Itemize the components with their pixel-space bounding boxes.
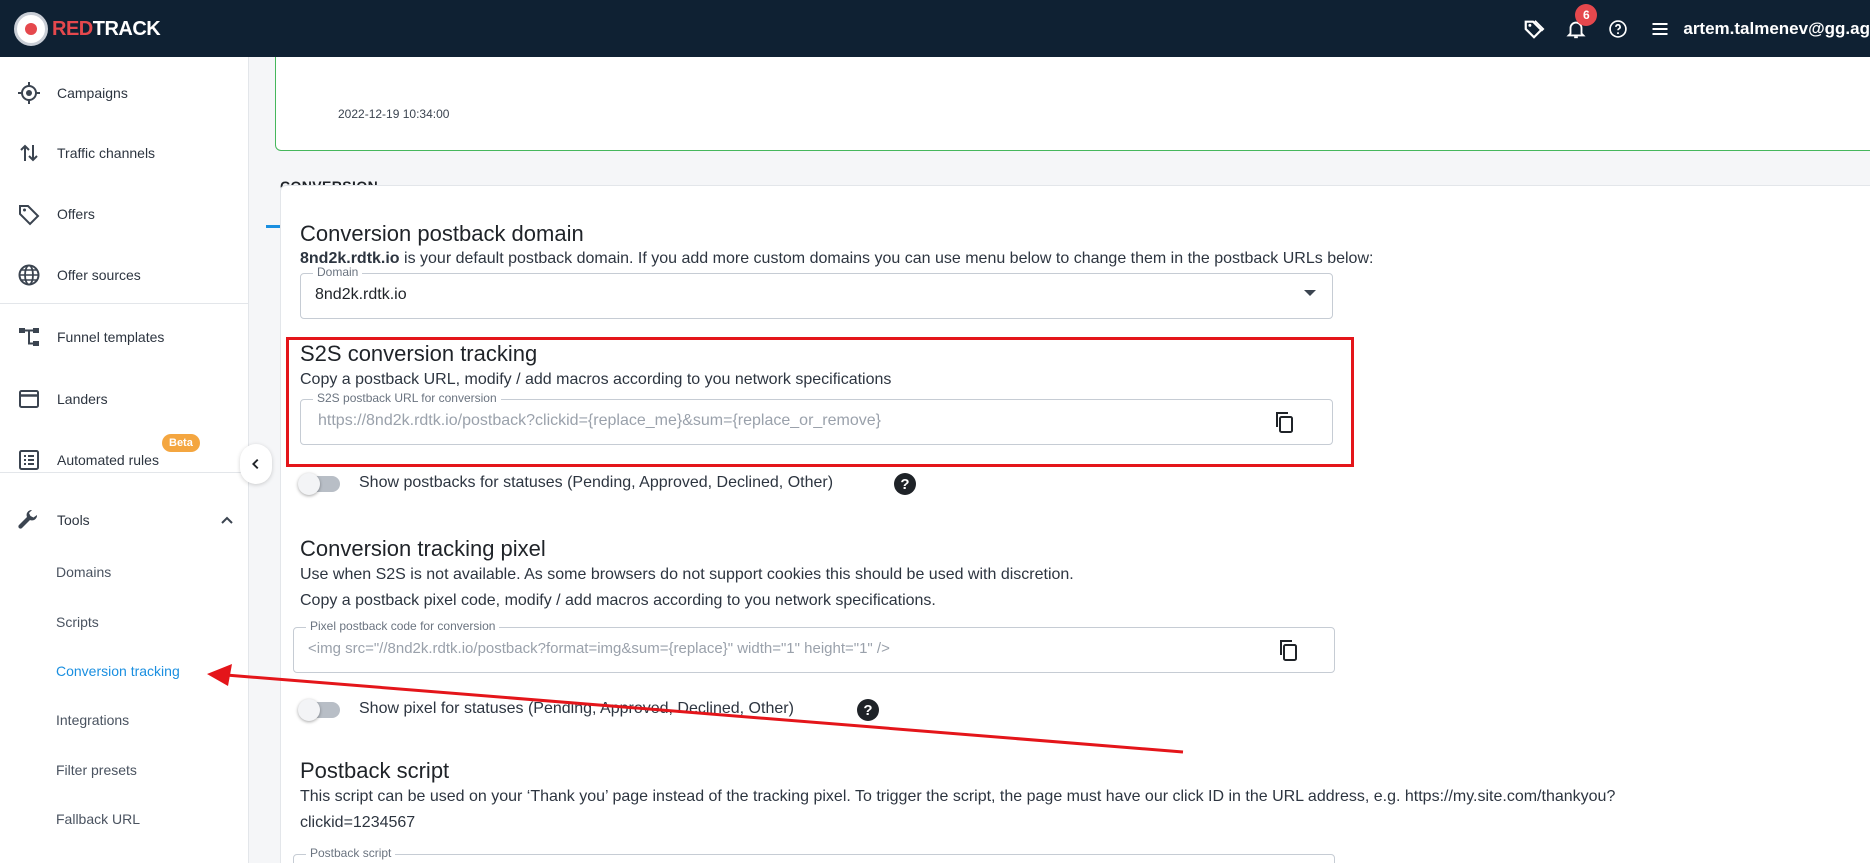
- pixel-field-value: <img src="//8nd2k.rdtk.io/postback?forma…: [308, 640, 890, 657]
- notifications-badge: 6: [1575, 3, 1598, 26]
- sidebar-item-label: Funnel templates: [57, 329, 165, 345]
- dropdown-arrow-icon[interactable]: [1304, 290, 1316, 296]
- logo-text: REDTRACK: [52, 17, 161, 40]
- toggle-knob: [298, 699, 320, 721]
- sidebar-item-offers[interactable]: Offers: [0, 192, 248, 236]
- script-field-label: Postback script: [306, 846, 396, 860]
- up-down-arrows-icon: [17, 141, 41, 165]
- tag-icon: [17, 202, 41, 226]
- domain-label: Domain: [313, 265, 363, 279]
- menu-hamburger-icon[interactable]: [1647, 16, 1673, 42]
- script-desc-1: This script can be used on your ‘Thank y…: [300, 788, 1616, 805]
- sidebar-item-label: Automated rules: [57, 452, 159, 468]
- toggle-knob: [298, 473, 320, 495]
- user-email[interactable]: artem.talmenev@gg.ag: [1683, 19, 1870, 39]
- pixel-desc-1: Use when S2S is not available. As some b…: [300, 566, 1074, 583]
- s2s-postback-url-field[interactable]: S2S postback URL for conversion https://…: [300, 391, 1333, 445]
- s2s-field-label: S2S postback URL for conversion: [313, 391, 501, 405]
- target-icon: [17, 81, 41, 105]
- pixel-status-toggle[interactable]: [298, 699, 344, 721]
- summary-date: 2022-12-19 10:34:00: [338, 107, 450, 121]
- top-bar: REDTRACK 6 artem.talmenev@gg.ag: [0, 0, 1870, 57]
- tools-sub-conversion-tracking[interactable]: Conversion tracking: [56, 663, 180, 679]
- copy-icon[interactable]: [1276, 638, 1300, 662]
- script-title: Postback script: [300, 758, 450, 783]
- sidebar-item-tools[interactable]: Tools: [0, 498, 248, 542]
- logo-mark-icon: [14, 12, 48, 46]
- script-desc-2: clickid=1234567: [300, 814, 416, 831]
- tools-sub-domains[interactable]: Domains: [56, 564, 111, 580]
- s2s-title: S2S conversion tracking: [300, 341, 538, 366]
- sidebar-item-offer-sources[interactable]: Offer sources: [0, 253, 248, 297]
- list-icon: [17, 448, 41, 472]
- notifications-bell-icon[interactable]: 6: [1563, 3, 1598, 42]
- globe-icon: [17, 263, 41, 287]
- sidebar-item-label: Campaigns: [57, 85, 128, 101]
- postback-script-field[interactable]: Postback script: [293, 846, 1335, 863]
- tools-sub-fallback-url[interactable]: Fallback URL: [56, 811, 140, 827]
- question-help-icon[interactable]: ?: [894, 473, 916, 495]
- pixel-code-field[interactable]: Pixel postback code for conversion <img …: [293, 619, 1335, 673]
- domain-value: 8nd2k.rdtk.io: [315, 286, 407, 303]
- beta-badge: Beta: [162, 434, 200, 452]
- postback-domain-title: Conversion postback domain: [300, 221, 584, 246]
- redtrack-logo[interactable]: REDTRACK: [14, 12, 161, 46]
- tools-sub-integrations[interactable]: Integrations: [56, 712, 129, 728]
- sidebar-item-funnel-templates[interactable]: Funnel templates: [0, 315, 248, 359]
- sidebar-item-label: Landers: [57, 391, 108, 407]
- sidebar-divider: [0, 472, 248, 473]
- tools-sub-scripts[interactable]: Scripts: [56, 614, 99, 630]
- sidebar-item-label: Offer sources: [57, 267, 141, 283]
- pixel-desc-2: Copy a postback pixel code, modify / add…: [300, 592, 936, 609]
- sidebar-item-campaigns[interactable]: Campaigns: [0, 71, 248, 115]
- s2s-status-toggle[interactable]: [298, 473, 344, 495]
- chevron-left-icon: [252, 458, 259, 470]
- domain-select[interactable]: Domain 8nd2k.rdtk.io: [300, 265, 1333, 319]
- s2s-toggle-label: Show postbacks for statuses (Pending, Ap…: [359, 474, 834, 491]
- help-circle-icon[interactable]: [1605, 16, 1631, 42]
- pixel-toggle-label: Show pixel for statuses (Pending, Approv…: [359, 700, 794, 717]
- pixel-field-label: Pixel postback code for conversion: [306, 619, 500, 633]
- pixel-title: Conversion tracking pixel: [300, 536, 546, 561]
- sidebar-item-label: Traffic channels: [57, 145, 156, 161]
- sidebar: Campaigns Traffic channels Offers Offer …: [0, 57, 249, 863]
- tags-icon[interactable]: [1521, 16, 1547, 42]
- top-right-actions: 6 artem.talmenev@gg.ag: [1521, 0, 1870, 57]
- content-card: Conversion postback domain 8nd2k.rdtk.io…: [280, 185, 1870, 863]
- sidebar-collapse-button[interactable]: [240, 444, 272, 484]
- wrench-icon: [17, 508, 41, 532]
- sidebar-item-label: Offers: [57, 206, 95, 222]
- sidebar-divider: [0, 303, 248, 304]
- chevron-up-icon[interactable]: [219, 512, 235, 528]
- window-icon: [17, 387, 41, 411]
- copy-icon[interactable]: [1272, 410, 1296, 434]
- s2s-desc: Copy a postback URL, modify / add macros…: [300, 371, 892, 388]
- summary-card: 2022-12-19 10:34:00: [275, 57, 1870, 151]
- postback-domain-desc: 8nd2k.rdtk.io is your default postback d…: [300, 250, 1374, 267]
- sidebar-item-landers[interactable]: Landers: [0, 377, 248, 421]
- sidebar-item-automated-rules[interactable]: Automated rules Beta: [0, 434, 248, 482]
- sidebar-item-traffic-channels[interactable]: Traffic channels: [0, 131, 248, 175]
- s2s-field-value: https://8nd2k.rdtk.io/postback?clickid={…: [318, 412, 881, 429]
- main-content: 2022-12-19 10:34:00 CONVERSION TRACKING …: [250, 57, 1870, 863]
- funnel-nodes-icon: [17, 325, 41, 349]
- sidebar-item-label: Tools: [57, 512, 90, 528]
- tools-sub-filter-presets[interactable]: Filter presets: [56, 762, 137, 778]
- question-help-icon[interactable]: ?: [857, 699, 879, 721]
